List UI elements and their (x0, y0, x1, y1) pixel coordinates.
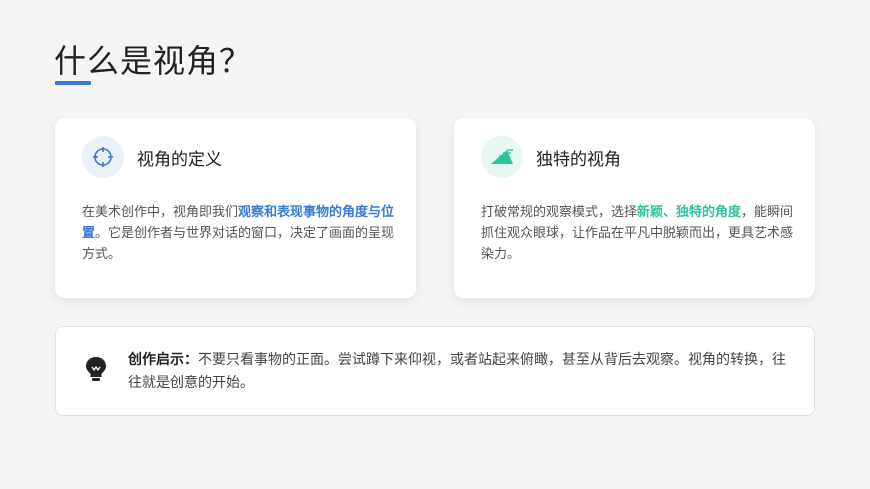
tip-text: 创作启示：不要只看事物的正面。尝试蹲下来仰视，或者站起来俯瞰，甚至从背后去观察。… (128, 349, 798, 395)
card-body: 在美术创作中，视角即我们观察和表现事物的角度与位置。它是创作者与世界对话的窗口，… (82, 202, 396, 265)
perspective-pyramid-icon (481, 136, 523, 178)
tip-label: 创作启示： (128, 352, 198, 368)
tip-content: 不要只看事物的正面。尝试蹲下来仰视，或者站起来俯瞰，甚至从背后去观察。视角的转换… (128, 352, 786, 391)
page-title: 什么是视角？ (54, 42, 253, 80)
lightbulb-icon (84, 355, 108, 383)
card-definition: 视角的定义 在美术创作中，视角即我们观察和表现事物的角度与位置。它是创作者与世界… (55, 118, 416, 298)
card-body: 打破常规的观察模式，选择新颖、独特的角度，能瞬间抓住观众眼球，让作品在平凡中脱颖… (481, 202, 795, 265)
body-highlight: 新颖、独特的角度 (637, 205, 742, 220)
crosshair-icon (82, 136, 124, 178)
title-underline (55, 81, 91, 85)
card-unique-view: 独特的视角 打破常规的观察模式，选择新颖、独特的角度，能瞬间抓住观众眼球，让作品… (454, 118, 815, 298)
creative-tip-box: 创作启示：不要只看事物的正面。尝试蹲下来仰视，或者站起来俯瞰，甚至从背后去观察。… (55, 326, 815, 416)
body-text: 打破常规的观察模式，选择 (481, 205, 638, 220)
card-title: 视角的定义 (137, 150, 222, 170)
body-text: 在美术创作中，视角即我们 (82, 205, 239, 220)
card-title: 独特的视角 (536, 150, 621, 170)
body-text: 。它是创作者与世界对话的窗口，决定了画面的呈现方式。 (82, 226, 395, 262)
